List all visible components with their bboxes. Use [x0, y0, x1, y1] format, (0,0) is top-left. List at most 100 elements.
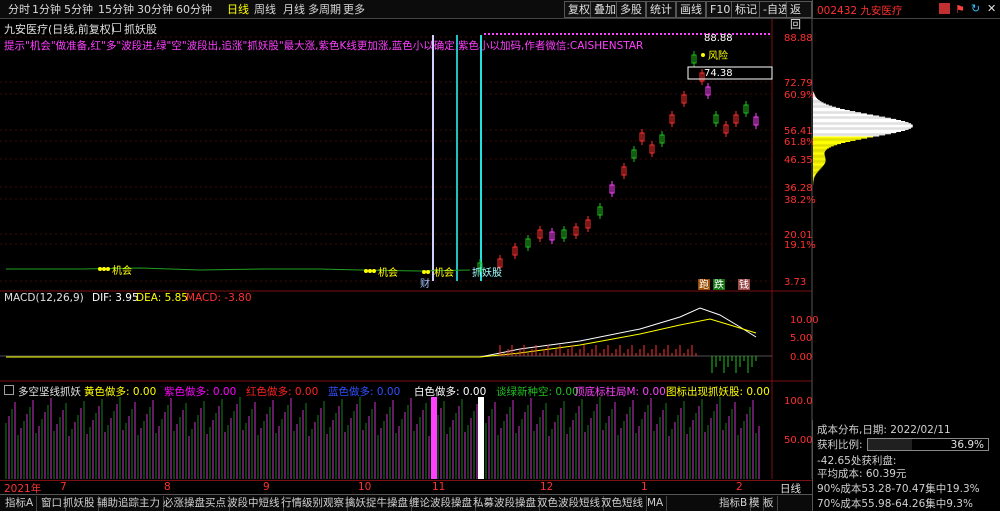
marker-dot [672, 33, 674, 35]
signal-dot [426, 270, 430, 274]
marker-dot [608, 33, 610, 35]
marker-dot [516, 33, 518, 35]
marker-dot [736, 33, 738, 35]
cost-distribution-panel: 成本分布,日期: 2022/02/11 获利比例: 36.9% -42.65处获… [812, 420, 1000, 511]
marker-dot [612, 33, 614, 35]
toolbar-button-4[interactable]: 画线 [676, 1, 706, 18]
indicator-tab-10[interactable]: 双色波段短线 [534, 496, 604, 511]
marker-dot [680, 33, 682, 35]
period-3[interactable]: 15分钟 [98, 2, 134, 17]
marker-dot [524, 33, 526, 35]
period-10[interactable]: 更多 [343, 2, 365, 17]
indicator-tab-3[interactable]: 辅助追踪主力 [94, 496, 164, 511]
signal-dot [102, 267, 106, 271]
toolbar-button-6[interactable]: 标记 [731, 1, 761, 18]
hint-label: 跑 [699, 278, 709, 291]
marker-dot [640, 33, 642, 35]
marker-dot [596, 33, 598, 35]
marker-dot [632, 33, 634, 35]
toolbar-button-8[interactable]: 返回 [786, 1, 812, 31]
marker-dot [756, 33, 758, 35]
price-label: 72.79 [784, 78, 813, 89]
marker-dot [520, 33, 522, 35]
icon-1[interactable] [939, 3, 950, 14]
marker-dot [504, 33, 506, 35]
macd-title: MACD(12,26,9) [4, 292, 84, 304]
macd-dea: DEA: 5.85 [136, 292, 188, 304]
chart-area[interactable]: 88.88 72.7960.9% 56.4161.8% 46.35 36.2838.2%… [0, 19, 1000, 479]
period-7[interactable]: 周线 [254, 2, 276, 17]
risk-dot [701, 53, 705, 57]
cost-90: 90%成本53.28-70.47集中19.3% [817, 483, 980, 495]
refresh-icon[interactable]: ↻ [971, 2, 980, 15]
marker-dot [768, 33, 770, 35]
period-9[interactable]: 多周期 [308, 2, 341, 17]
duokong-label: 图标出现抓妖股: 0.00 [666, 386, 770, 398]
chance-label: 机会 [434, 266, 454, 279]
indicator-tab-2[interactable]: 抓妖股 [60, 496, 99, 511]
marker-dot [592, 33, 594, 35]
period-0[interactable]: 分时 [8, 2, 30, 17]
marker-dot [496, 33, 498, 35]
indicator-tab-5[interactable]: 波段中短线 [224, 496, 284, 511]
duokong-label: 红色做多: 0.00 [246, 386, 319, 398]
marker-dot [560, 33, 562, 35]
duokong-label: 顶底标柱局M: 0.00 [574, 386, 666, 398]
indicator-tab-6[interactable]: 行情级别观察 [278, 496, 348, 511]
indicator-tab-9[interactable]: 私募波段操盘 [470, 496, 540, 511]
toolbar-button-2[interactable]: 多股 [616, 1, 646, 18]
flag-icon[interactable]: ⚑ [955, 3, 965, 16]
month-label: 12 [540, 481, 554, 493]
month-label: 10 [358, 481, 372, 493]
marker-dot [616, 33, 618, 35]
period-2[interactable]: 5分钟 [64, 2, 93, 17]
marker-dot [764, 33, 766, 35]
price-label: 56.41 [784, 126, 813, 137]
toolbar-button-3[interactable]: 统计 [646, 1, 676, 18]
price-line [6, 267, 471, 272]
indicator-tab-0[interactable]: 指标A [2, 496, 38, 511]
indicator-tab-4[interactable]: 必涨操盘买点 [160, 496, 230, 511]
indicator-tab-11[interactable]: 双色短线 [598, 496, 647, 511]
marker-dot [512, 33, 514, 35]
signal-dot [98, 267, 102, 271]
marker-dot [492, 33, 494, 35]
price-label: 60.9% [784, 90, 816, 101]
price-label: 3.73 [784, 277, 806, 288]
price-label: 88.88 [784, 33, 813, 44]
marker-dot [620, 33, 622, 35]
marker-dot [628, 33, 630, 35]
indicator-tab-right-2[interactable]: 板 [760, 496, 778, 511]
period-5[interactable]: 60分钟 [176, 2, 212, 17]
marker-dot [648, 33, 650, 35]
cai-label: 财 [420, 277, 430, 290]
period-4[interactable]: 30分钟 [137, 2, 173, 17]
signal-dot [372, 269, 376, 273]
marker-dot [684, 33, 686, 35]
period-8[interactable]: 月线 [283, 2, 305, 17]
mid-value: 74.38 [704, 68, 733, 79]
demon-label: 抓妖股 [472, 266, 502, 279]
close-icon[interactable]: ✕ [987, 2, 996, 15]
indicator-tab-8[interactable]: 缠论波段操盘 [406, 496, 476, 511]
duokong-axis-label: 100.0 [784, 396, 813, 407]
marker-dot [624, 33, 626, 35]
macd-value: MACD: -3.80 [186, 292, 252, 304]
signal-dot [364, 269, 368, 273]
marker-dot [676, 33, 678, 35]
indicator-tabs: 指标A 窗口 抓妖股 辅助追踪主力 必涨操盘买点 波段中短线 行情级别观察 擒妖捉牛操盘 缠论波… [0, 494, 812, 511]
marker-dot [540, 33, 542, 35]
price-label: 61.8% [784, 137, 816, 148]
period-1[interactable]: 1分钟 [32, 2, 61, 17]
macd-dif: DIF: 3.95 [92, 292, 139, 304]
period-6[interactable]: 日线 [227, 2, 249, 17]
marker-dot [752, 33, 754, 35]
marker-dot [688, 33, 690, 35]
high-value: 88.88 [704, 33, 733, 44]
marker-dot [576, 33, 578, 35]
checkbox-icon[interactable] [4, 385, 14, 395]
duokong-label: 谈绿新种空: 0.00 [496, 386, 579, 398]
duokong-label: 蓝色做多: 0.00 [328, 386, 401, 398]
indicator-tab-12[interactable]: MA [644, 496, 668, 511]
indicator-tab-7[interactable]: 擒妖捉牛操盘 [342, 496, 412, 511]
